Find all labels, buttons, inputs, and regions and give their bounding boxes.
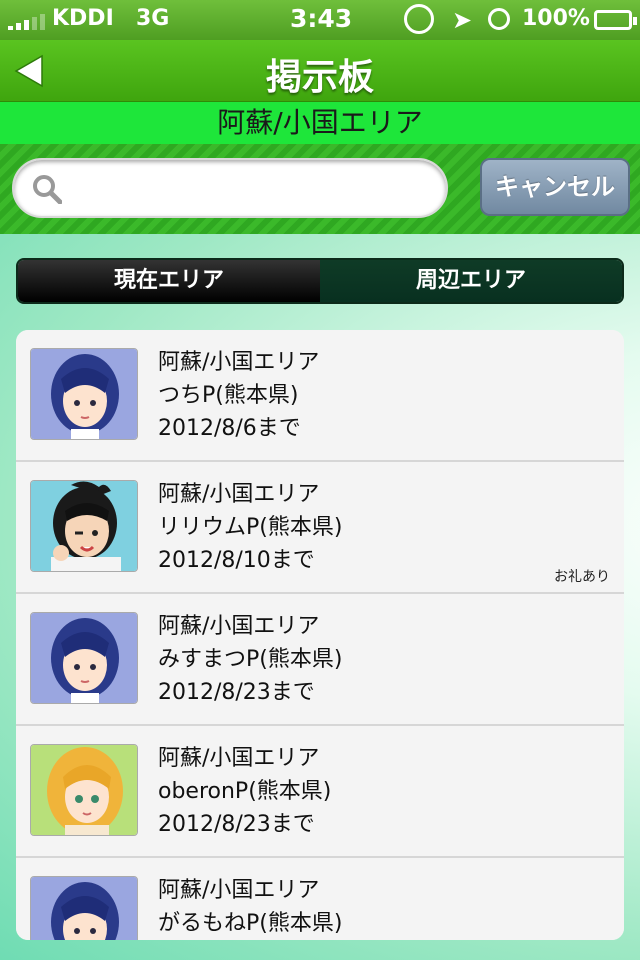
list-item[interactable]: 阿蘇/小国エリア リリウムP(熊本県) 2012/8/10まで お礼あり xyxy=(16,462,624,594)
status-bar: KDDI 3G 3:43 ➤ 100% xyxy=(0,0,640,40)
tab-nearby-area[interactable]: 周辺エリア xyxy=(320,260,622,302)
post-area: 阿蘇/小国エリア xyxy=(158,746,320,771)
rotation-lock-icon xyxy=(404,4,434,34)
avatar xyxy=(30,480,138,572)
post-deadline: 2012/8/6まで xyxy=(158,416,301,441)
battery-percent: 100% xyxy=(522,6,590,31)
post-author: みすまつP(熊本県) xyxy=(158,647,343,672)
post-author: つちP(熊本県) xyxy=(158,383,299,408)
list-item-text: 阿蘇/小国エリア リリウムP(熊本県) 2012/8/10まで xyxy=(158,478,342,577)
thanks-badge: お礼あり xyxy=(554,569,610,585)
area-segmented-control: 現在エリア 周辺エリア xyxy=(16,258,624,304)
avatar xyxy=(30,876,138,940)
search-bar: キャンセル xyxy=(0,144,640,234)
blue-hair-character-avatar xyxy=(31,877,137,940)
list-item-text: 阿蘇/小国エリア がるもねP(熊本県) xyxy=(158,874,342,940)
search-icon xyxy=(33,175,62,204)
search-field[interactable] xyxy=(12,158,448,218)
battery-icon xyxy=(594,10,637,30)
post-author: がるもねP(熊本県) xyxy=(158,911,343,936)
avatar xyxy=(30,744,138,836)
blonde-hair-character-avatar xyxy=(31,745,137,835)
list-item-text: 阿蘇/小国エリア みすまつP(熊本県) 2012/8/23まで xyxy=(158,610,342,709)
blue-hair-character-avatar xyxy=(31,349,137,439)
black-ponytail-character-avatar xyxy=(31,481,137,571)
page-title: 掲示板 xyxy=(265,57,374,98)
location-icon: ➤ xyxy=(452,6,473,34)
post-author: oberonP(熊本県) xyxy=(158,779,332,804)
list-item[interactable]: 阿蘇/小国エリア つちP(熊本県) 2012/8/6まで xyxy=(16,330,624,462)
post-author: リリウムP(熊本県) xyxy=(158,515,343,540)
cancel-button[interactable]: キャンセル xyxy=(480,158,630,216)
post-area: 阿蘇/小国エリア xyxy=(158,350,320,375)
post-deadline: 2012/8/23まで xyxy=(158,680,315,705)
navigation-bar: 掲示板 xyxy=(0,40,640,102)
post-area: 阿蘇/小国エリア xyxy=(158,878,320,903)
signal-icon xyxy=(8,14,45,30)
post-deadline: 2012/8/23まで xyxy=(158,812,315,837)
area-title: 阿蘇/小国エリア xyxy=(0,102,640,144)
list-item-text: 阿蘇/小国エリア つちP(熊本県) 2012/8/6まで xyxy=(158,346,319,445)
list-item[interactable]: 阿蘇/小国エリア みすまつP(熊本県) 2012/8/23まで xyxy=(16,594,624,726)
list-item[interactable]: 阿蘇/小国エリア oberonP(熊本県) 2012/8/23まで xyxy=(16,726,624,858)
list-item[interactable]: 阿蘇/小国エリア がるもねP(熊本県) xyxy=(16,858,624,940)
list-item-text: 阿蘇/小国エリア oberonP(熊本県) 2012/8/23まで xyxy=(158,742,331,841)
alarm-icon xyxy=(488,8,510,30)
network-label: 3G xyxy=(136,6,170,31)
blue-hair-character-avatar xyxy=(31,613,137,703)
post-area: 阿蘇/小国エリア xyxy=(158,482,320,507)
search-input[interactable] xyxy=(74,170,434,206)
status-time: 3:43 xyxy=(290,4,353,33)
post-area: 阿蘇/小国エリア xyxy=(158,614,320,639)
post-deadline: 2012/8/10まで xyxy=(158,548,315,573)
post-list: 阿蘇/小国エリア つちP(熊本県) 2012/8/6まで 阿蘇/小国エリア リリ… xyxy=(16,330,624,940)
avatar xyxy=(30,612,138,704)
tab-current-area[interactable]: 現在エリア xyxy=(18,260,320,302)
avatar xyxy=(30,348,138,440)
carrier-label: KDDI xyxy=(52,6,114,31)
